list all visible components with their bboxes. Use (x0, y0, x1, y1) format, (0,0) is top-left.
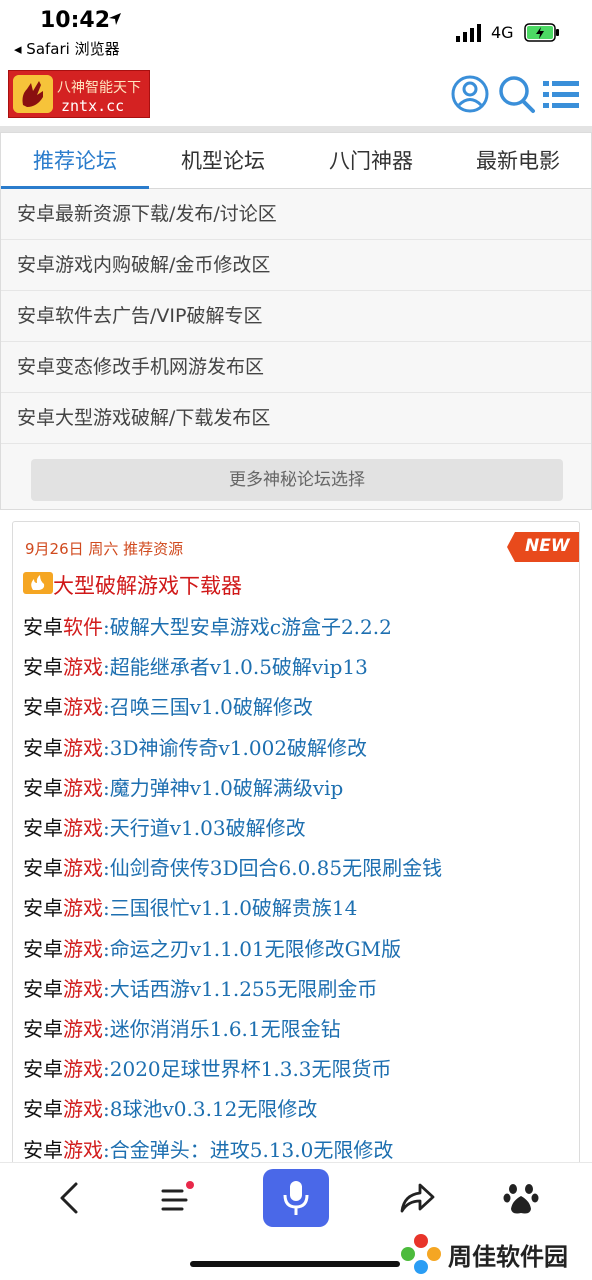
tab-bamen-tool[interactable]: 八门神器 (297, 133, 445, 189)
resource-platform: 安卓 (23, 976, 63, 1001)
watermark-logo-icon (401, 1234, 441, 1274)
resource-item[interactable]: 安卓游戏:仙剑奇侠传3D回合6.0.85无限刷金钱 (23, 852, 579, 892)
resource-item[interactable]: 安卓游戏:召唤三国v1.0破解修改 (23, 691, 579, 731)
back-to-safari-link[interactable]: ◂ Safari 浏览器 (14, 38, 120, 59)
resource-category: 游戏 (63, 655, 103, 680)
resource-title[interactable]: :三国很忙v1.1.0破解贵族14 (103, 896, 357, 920)
location-arrow-icon (109, 13, 121, 25)
resource-item[interactable]: 安卓软件:破解大型安卓游戏c游盒子2.2.2 (23, 611, 579, 651)
tab-device-forum[interactable]: 机型论坛 (149, 133, 297, 189)
battery-charging-icon (524, 23, 559, 42)
resource-title[interactable]: :天行道v1.03破解修改 (103, 816, 306, 840)
watermark-text: 周佳软件园 (448, 1243, 568, 1271)
resource-title[interactable]: :魔力弹神v1.0破解满级vip (103, 776, 343, 800)
resource-platform: 安卓 (23, 655, 63, 680)
microphone-icon (283, 1181, 309, 1215)
resource-platform: 安卓 (23, 816, 63, 840)
more-forums-button[interactable]: 更多神秘论坛选择 (31, 459, 563, 501)
resource-item[interactable]: 安卓游戏:8球池v0.3.12无限修改 (23, 1093, 579, 1133)
resource-category: 游戏 (63, 775, 103, 800)
resource-title[interactable]: :破解大型安卓游戏c游盒子2.2.2 (103, 615, 392, 639)
resource-item[interactable]: 安卓游戏:3D神谕传奇v1.002破解修改 (23, 732, 579, 772)
resource-platform: 安卓 (23, 735, 63, 760)
resource-platform: 安卓 (23, 1017, 63, 1041)
resource-title[interactable]: :迷你消消乐1.6.1无限金钻 (103, 1017, 341, 1041)
resource-category: 游戏 (63, 936, 103, 961)
resource-item[interactable]: 安卓游戏:超能继承者v1.0.5破解vip13 (23, 651, 579, 691)
menu-icon[interactable] (541, 74, 581, 114)
status-bar: 10:42 ◂ Safari 浏览器 4G (0, 0, 592, 62)
logo-hand-icon (13, 75, 53, 113)
resource-category: 游戏 (63, 896, 103, 921)
resource-category: 游戏 (63, 976, 103, 1001)
resource-category: 游戏 (63, 1097, 103, 1122)
resource-item[interactable]: 安卓游戏:迷你消消乐1.6.1无限金钻 (23, 1013, 579, 1053)
resource-date-label: 9月26日 周六 推荐资源 (25, 540, 184, 558)
home-indicator (190, 1261, 400, 1267)
forum-link[interactable]: 安卓大型游戏破解/下载发布区 (1, 393, 591, 444)
resource-platform: 安卓 (23, 1057, 63, 1082)
resource-title[interactable]: :3D神谕传奇v1.002破解修改 (103, 736, 367, 760)
resource-category: 软件 (63, 615, 103, 639)
resource-category: 游戏 (63, 695, 103, 720)
resource-item[interactable]: 安卓游戏:大话西游v1.1.255无限刷金币 (23, 973, 579, 1013)
resource-platform: 安卓 (23, 1097, 63, 1122)
resource-card: 9月26日 周六 推荐资源 NEW 大型破解游戏下载器 安卓软件:破解大型安卓游… (12, 521, 580, 1181)
site-header: 八神智能天下 zntx.cc (0, 62, 592, 126)
back-icon[interactable] (56, 1181, 84, 1215)
logo-domain: zntx.cc (61, 97, 125, 115)
voice-search-button[interactable] (263, 1169, 329, 1227)
forum-link[interactable]: 安卓游戏内购破解/金币修改区 (1, 240, 591, 291)
tab-recommended-forum[interactable]: 推荐论坛 (1, 133, 149, 189)
resource-item[interactable]: 安卓游戏:命运之刃v1.1.01无限修改GM版 (23, 933, 579, 973)
resource-platform: 安卓 (23, 775, 63, 800)
resource-platform: 安卓 (23, 936, 63, 961)
forum-tabs: 推荐论坛 机型论坛 八门神器 最新电影 (1, 133, 591, 189)
tab-list-icon[interactable] (160, 1181, 196, 1215)
resource-category: 游戏 (63, 1017, 103, 1041)
forum-card: 推荐论坛 机型论坛 八门神器 最新电影 安卓最新资源下载/发布/讨论区 安卓游戏… (0, 132, 592, 510)
resource-item[interactable]: 安卓游戏:天行道v1.03破解修改 (23, 812, 579, 852)
resource-category: 游戏 (63, 735, 103, 760)
forum-link[interactable]: 安卓软件去广告/VIP破解专区 (1, 291, 591, 342)
resource-item[interactable]: 安卓游戏:魔力弹神v1.0破解满级vip (23, 772, 579, 812)
new-badge-label: NEW (525, 536, 570, 556)
forum-link[interactable]: 安卓变态修改手机网游发布区 (1, 342, 591, 393)
resource-title[interactable]: :合金弹头：进攻5.13.0无限修改 (103, 1138, 393, 1162)
cellular-signal-icon (456, 24, 481, 42)
resource-title[interactable]: :大话西游v1.1.255无限刷金币 (103, 977, 377, 1001)
resource-platform: 安卓 (23, 1137, 63, 1162)
resource-category: 游戏 (63, 1137, 103, 1162)
resource-title[interactable]: :8球池v0.3.12无限修改 (103, 1097, 317, 1121)
resource-platform: 安卓 (23, 896, 63, 921)
resource-platform: 安卓 (23, 695, 63, 720)
fire-icon (23, 572, 53, 594)
search-icon[interactable] (497, 74, 537, 114)
logo-name: 八神智能天下 (57, 80, 141, 96)
resource-item[interactable]: 安卓游戏:2020足球世界杯1.3.3无限货币 (23, 1053, 579, 1093)
resource-platform: 安卓 (23, 856, 63, 881)
resource-title[interactable]: :命运之刃v1.1.01无限修改GM版 (103, 937, 401, 961)
resource-category: 游戏 (63, 1057, 103, 1082)
resource-platform: 安卓 (23, 615, 63, 639)
resource-item[interactable]: 安卓游戏:三国很忙v1.1.0破解贵族14 (23, 892, 579, 932)
user-icon[interactable] (450, 74, 490, 114)
resource-category: 游戏 (63, 816, 103, 840)
share-icon[interactable] (398, 1181, 436, 1215)
baidu-paw-icon[interactable] (502, 1179, 540, 1217)
forum-link[interactable]: 安卓最新资源下载/发布/讨论区 (1, 189, 591, 240)
browser-toolbar: 周佳软件园 (0, 1162, 592, 1280)
resource-title[interactable]: :仙剑奇侠传3D回合6.0.85无限刷金钱 (103, 856, 442, 880)
resource-headline[interactable]: 大型破解游戏下载器 (53, 570, 242, 600)
network-type: 4G (491, 23, 514, 42)
tab-latest-movies[interactable]: 最新电影 (445, 133, 591, 189)
resource-category: 游戏 (63, 856, 103, 881)
resource-title[interactable]: :超能继承者v1.0.5破解vip13 (103, 655, 368, 679)
status-time: 10:42 (40, 8, 111, 33)
resource-title[interactable]: :召唤三国v1.0破解修改 (103, 695, 313, 719)
resource-title[interactable]: :2020足球世界杯1.3.3无限货币 (103, 1057, 392, 1081)
site-logo[interactable]: 八神智能天下 zntx.cc (8, 70, 150, 118)
